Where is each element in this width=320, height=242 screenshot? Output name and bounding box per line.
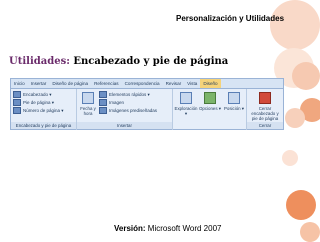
footer-version-label: Versión:	[114, 224, 146, 233]
tab-correspondencia[interactable]: Correspondencia	[122, 79, 163, 88]
slide-heading: Utilidades: Encabezado y pie de página	[9, 56, 228, 67]
tab-referencias[interactable]: Referencias	[91, 79, 122, 88]
options-button[interactable]: Opciones ▾	[198, 92, 222, 111]
header-label: Encabezado ▾	[23, 91, 52, 97]
tab-insertar[interactable]: Insertar	[28, 79, 50, 88]
ribbon-screenshot: Inicio Insertar Diseño de página Referen…	[10, 78, 284, 130]
footer-button[interactable]: Pie de página ▾	[13, 99, 54, 106]
quick-parts-icon	[99, 91, 107, 98]
group-nav-options-position: Exploración ▾ Opciones ▾ Posición ▾	[173, 89, 247, 130]
navigation-label: Exploración ▾	[174, 106, 198, 116]
navigation-button[interactable]: Exploración ▾	[174, 92, 198, 116]
slide-header-title: Personalización y Utilidades	[176, 14, 285, 23]
heading-lead: Utilidades:	[9, 56, 70, 67]
decor-circle	[270, 0, 320, 50]
quick-parts-label: Elementos rápidos ▾	[109, 91, 150, 97]
group-label-header-footer: Encabezado y pie de página	[11, 122, 76, 129]
date-time-label: Fecha y hora	[80, 106, 96, 116]
slide-footer: Versión: Microsoft Word 2007	[114, 224, 221, 233]
tab-diseno-pagina[interactable]: Diseño de página	[49, 79, 91, 88]
ribbon-tabs: Inicio Insertar Diseño de página Referen…	[11, 79, 283, 89]
footer-label: Pie de página ▾	[23, 99, 55, 105]
tab-revisar[interactable]: Revisar	[163, 79, 185, 88]
picture-label: Imagen	[109, 100, 125, 105]
navigation-icon	[180, 92, 192, 104]
page-number-button[interactable]: Número de página ▾	[13, 107, 64, 114]
group-header-footer: Encabezado ▾ Pie de página ▾ Número de p…	[11, 89, 77, 130]
position-label: Posición ▾	[223, 106, 245, 111]
group-label-insert: Insertar	[77, 122, 172, 129]
position-button[interactable]: Posición ▾	[222, 92, 246, 111]
decor-circle	[286, 190, 316, 220]
footer-version-value: Microsoft Word 2007	[145, 224, 222, 233]
decor-circle	[282, 150, 298, 166]
header-button[interactable]: Encabezado ▾	[13, 91, 52, 98]
clipart-button[interactable]: Imágenes prediseñadas	[99, 107, 157, 114]
date-time-button[interactable]: Fecha y hora	[79, 92, 97, 116]
tab-vista[interactable]: Vista	[184, 79, 200, 88]
tab-inicio[interactable]: Inicio	[11, 79, 28, 88]
clipart-icon	[99, 107, 107, 114]
decor-circle	[292, 62, 320, 90]
picture-button[interactable]: Imagen	[99, 99, 124, 106]
ribbon-panel: Encabezado ▾ Pie de página ▾ Número de p…	[11, 89, 283, 130]
heading-rest: Encabezado y pie de página	[69, 56, 229, 67]
quick-parts-button[interactable]: Elementos rápidos ▾	[99, 91, 150, 98]
close-header-footer-label: Cerrar encabezado y pie de página	[251, 106, 279, 121]
decor-circle	[300, 222, 320, 242]
clipart-label: Imágenes prediseñadas	[109, 108, 158, 113]
group-close: Cerrar encabezado y pie de página Cerrar	[247, 89, 283, 130]
group-label-close: Cerrar	[247, 122, 283, 129]
options-label: Opciones ▾	[199, 106, 221, 111]
group-insert: Fecha y hora Elementos rápidos ▾ Imagen …	[77, 89, 173, 130]
calendar-icon	[82, 92, 94, 104]
footer-icon	[13, 99, 21, 106]
close-header-footer-button[interactable]: Cerrar encabezado y pie de página	[248, 92, 282, 121]
header-icon	[13, 91, 21, 98]
options-icon	[204, 92, 216, 104]
decor-circle	[285, 108, 305, 128]
close-icon	[259, 92, 271, 104]
tab-diseno[interactable]: Diseño	[200, 79, 221, 88]
position-icon	[228, 92, 240, 104]
picture-icon	[99, 99, 107, 106]
page-number-label: Número de página ▾	[23, 107, 64, 113]
page-number-icon	[13, 107, 21, 114]
